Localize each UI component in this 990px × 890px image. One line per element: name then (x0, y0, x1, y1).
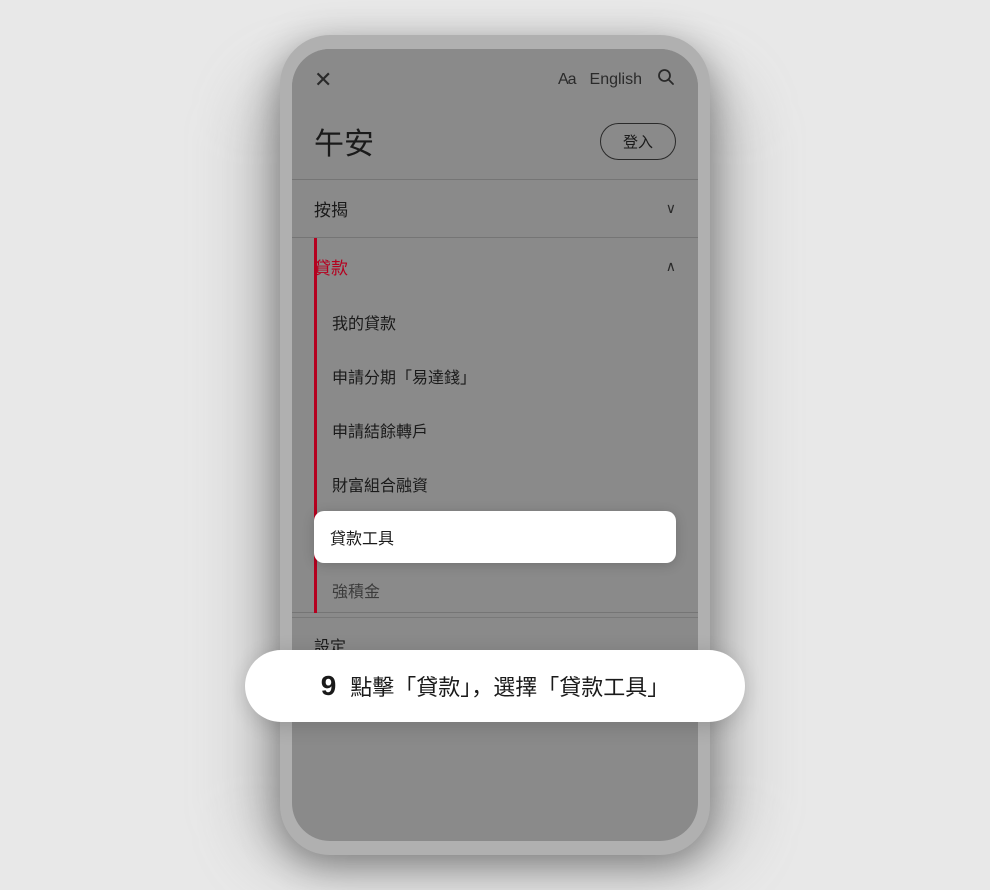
close-icon[interactable]: ✕ (314, 69, 332, 91)
mortgage-chevron: ∨ (666, 200, 676, 217)
loan-section: 貸款 ∧ 我的貸款 申請分期「易達錢」 申請結餘轉戶 財富組合融資 貸款工具 強… (292, 238, 698, 613)
greeting-row: 午安 登入 (292, 107, 698, 179)
instruction-text: 點擊「貸款」，選擇「貸款工具」 (350, 670, 669, 702)
language-label[interactable]: English (590, 71, 642, 89)
font-size-icon[interactable]: Aa (558, 71, 576, 89)
mortgage-section: 按揭 ∨ (292, 180, 698, 238)
mortgage-section-header[interactable]: 按揭 ∨ (292, 180, 698, 237)
top-bar-center: Aa English (558, 67, 676, 93)
phone-screen: ✕ Aa English 午安 登入 (292, 49, 698, 841)
top-bar: ✕ Aa English (292, 49, 698, 107)
login-button[interactable]: 登入 (600, 123, 676, 160)
phone-wrapper: ✕ Aa English 午安 登入 (280, 35, 710, 855)
loan-items: 我的貸款 申請分期「易達錢」 申請結餘轉戶 財富組合融資 貸款工具 強積金 (292, 295, 698, 612)
wealth-combo-item[interactable]: 財富組合融資 (292, 457, 698, 511)
my-loan-item[interactable]: 我的貸款 (292, 295, 698, 349)
loan-section-header[interactable]: 貸款 ∧ (292, 238, 698, 295)
divider-loan (292, 612, 698, 613)
balance-transfer-item[interactable]: 申請結餘轉戶 (292, 403, 698, 457)
installment-item[interactable]: 申請分期「易達錢」 (292, 349, 698, 403)
loan-label: 貸款 (314, 254, 348, 279)
search-icon[interactable] (656, 67, 676, 93)
mortgage-label: 按揭 (314, 196, 348, 221)
instruction-banner: 9 點擊「貸款」，選擇「貸款工具」 (245, 650, 745, 722)
loan-tools-item[interactable]: 貸款工具 (314, 511, 676, 563)
phone-body: ✕ Aa English 午安 登入 (280, 35, 710, 855)
instruction-number: 9 (321, 670, 337, 702)
mpf-partial-item: 強積金 (292, 563, 698, 612)
greeting-text: 午安 (314, 119, 374, 163)
loan-chevron: ∧ (666, 258, 676, 275)
